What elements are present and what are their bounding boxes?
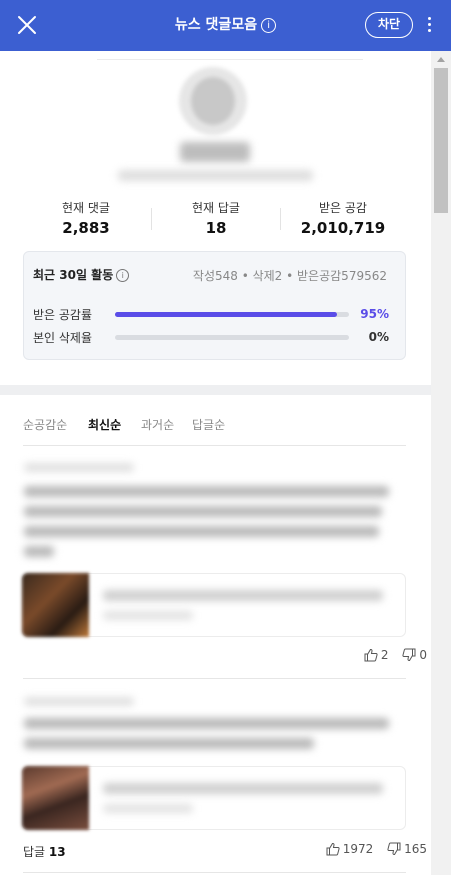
info-icon[interactable]: i — [261, 18, 277, 33]
stat-label: 현재 댓글 — [62, 201, 110, 215]
stat-label: 받은 공감 — [319, 201, 367, 215]
activity-title: 최근 30일 활동 — [33, 268, 114, 282]
stat-label: 현재 답글 — [192, 201, 240, 215]
more-icon[interactable] — [422, 14, 436, 36]
comment-reactions: 2 0 — [354, 648, 427, 662]
like-count: 1972 — [342, 842, 374, 856]
comment-text-blurred — [24, 738, 314, 749]
delete-rate-track — [115, 335, 349, 340]
reply-label: 답글 — [23, 845, 46, 859]
delete-rate-label: 본인 삭제율 — [33, 331, 93, 345]
comment-divider — [23, 872, 406, 873]
article-title-blurred — [103, 590, 383, 601]
article-thumbnail — [22, 766, 89, 830]
profile-name-blurred — [180, 142, 250, 162]
comment-date-blurred — [24, 697, 134, 706]
stat-replies: 현재 답글 18 — [178, 199, 254, 237]
comment-reactions: 1972 165 — [316, 842, 427, 856]
like-button[interactable]: 1972 — [326, 842, 374, 856]
news-article-card[interactable] — [22, 573, 406, 637]
tab-sort-sympathy[interactable]: 순공감순 — [23, 416, 67, 433]
comment-date-blurred — [24, 463, 134, 472]
stat-value: 2,883 — [62, 219, 110, 237]
tab-sort-latest[interactable]: 최신순 — [88, 416, 121, 433]
like-rate-track — [115, 312, 349, 317]
delete-rate-row: 본인 삭제율 0% — [33, 329, 398, 345]
comment-text-blurred — [24, 506, 382, 517]
dislike-count: 0 — [419, 648, 427, 662]
comment-text-blurred — [24, 718, 389, 729]
dislike-count: 165 — [404, 842, 427, 856]
block-button[interactable]: 차단 — [365, 12, 413, 38]
activity-info-icon[interactable]: i — [116, 269, 130, 282]
scrollbar-thumb[interactable] — [434, 68, 448, 213]
scrollbar[interactable] — [431, 51, 451, 875]
avatar — [179, 67, 247, 135]
dislike-button[interactable]: 0 — [402, 648, 427, 662]
page-title: 뉴스 댓글모음 — [174, 17, 258, 33]
section-separator — [0, 385, 431, 395]
like-rate-row: 받은 공감률 95% — [33, 306, 398, 322]
like-count: 2 — [380, 648, 389, 662]
like-rate-fill — [115, 312, 338, 317]
reply-count: 13 — [48, 845, 66, 859]
article-title-blurred — [103, 783, 383, 794]
article-source-blurred — [103, 804, 193, 813]
thumbs-up-icon — [326, 842, 340, 856]
stat-comments: 현재 댓글 2,883 — [48, 199, 124, 237]
recent-activity-panel: 최근 30일 활동 i 작성548 • 삭제2 • 받은공감579562 받은 공… — [23, 251, 406, 360]
stat-divider — [151, 208, 152, 230]
article-source-blurred — [103, 611, 193, 620]
news-article-card[interactable] — [22, 766, 406, 830]
stat-value: 2,010,719 — [300, 219, 386, 237]
like-rate-label: 받은 공감률 — [33, 308, 93, 322]
comment-text-blurred — [24, 526, 379, 537]
stat-divider — [280, 208, 281, 230]
tab-sort-oldest[interactable]: 과거순 — [141, 416, 174, 433]
stat-value: 18 — [205, 219, 227, 237]
activity-title-wrap: 최근 30일 활동 i — [33, 266, 130, 283]
app-header: 뉴스 댓글모음 i 차단 — [0, 0, 451, 51]
thumbs-down-icon — [402, 648, 416, 662]
thumbs-down-icon — [387, 842, 401, 856]
thumbs-up-icon — [364, 648, 378, 662]
profile-subtext-blurred — [118, 170, 313, 181]
activity-counts: 작성548 • 삭제2 • 받은공감579562 — [192, 269, 387, 283]
comment-divider — [23, 678, 406, 679]
delete-rate-percent: 0% — [368, 330, 389, 344]
reply-link[interactable]: 답글 13 — [23, 843, 66, 860]
profile-divider — [97, 59, 363, 60]
like-button[interactable]: 2 — [364, 648, 389, 662]
comment-text-blurred — [24, 546, 54, 557]
tab-sort-replies[interactable]: 답글순 — [192, 416, 225, 433]
stat-likes-received: 받은 공감 2,010,719 — [295, 199, 391, 237]
comment-text-blurred — [24, 486, 389, 497]
article-thumbnail — [22, 573, 89, 637]
dislike-button[interactable]: 165 — [387, 842, 427, 856]
scroll-up-arrow-icon[interactable] — [437, 57, 445, 62]
sort-divider — [23, 445, 406, 446]
like-rate-percent: 95% — [360, 307, 389, 321]
